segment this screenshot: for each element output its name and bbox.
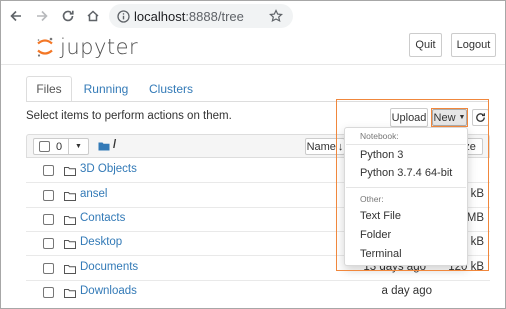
folder-icon [64, 165, 76, 179]
sort-name-label: Name [306, 140, 336, 153]
row-checkbox[interactable] [43, 238, 54, 249]
breadcrumb-root[interactable]: / [113, 139, 116, 151]
file-name-link[interactable]: Desktop [80, 236, 122, 248]
file-name-link[interactable]: 3D Objects [80, 163, 137, 175]
tab-running[interactable]: Running [78, 76, 134, 102]
url-text: localhost:8888/tree [134, 9, 244, 24]
jupyter-logo[interactable]: jupyter [36, 35, 138, 59]
folder-icon [64, 263, 76, 277]
home-icon[interactable] [82, 5, 104, 27]
folder-icon [64, 214, 76, 228]
row-checkbox[interactable] [43, 214, 54, 225]
row-checkbox[interactable] [43, 190, 54, 201]
file-name-link[interactable]: ansel [80, 188, 108, 200]
logout-button[interactable]: Logout [451, 33, 496, 57]
logo-text: jupyter [60, 35, 139, 59]
file-modified: a day ago [381, 285, 432, 297]
file-name-link[interactable]: Documents [80, 261, 138, 273]
list-item[interactable]: Downloads a day ago [26, 280, 490, 305]
jupyter-logo-icon [37, 37, 53, 57]
row-checkbox[interactable] [43, 165, 54, 176]
select-all-checkbox[interactable] [39, 141, 50, 152]
selected-count: 0 [56, 140, 63, 153]
bookmark-star-icon[interactable] [265, 5, 287, 27]
info-icon[interactable] [117, 9, 130, 23]
url-host: localhost [134, 8, 186, 24]
tab-clusters[interactable]: Clusters [143, 76, 199, 102]
forward-arrow-icon[interactable] [31, 5, 53, 27]
url-path: :8888/tree [185, 8, 244, 24]
folder-icon [64, 190, 76, 204]
reload-icon[interactable] [57, 5, 79, 27]
file-name-link[interactable]: Contacts [80, 212, 125, 224]
new-button-highlight [431, 108, 468, 127]
row-checkbox[interactable] [43, 263, 54, 274]
back-arrow-icon[interactable] [5, 5, 27, 27]
select-caret-icon[interactable]: ▼ [68, 139, 88, 154]
tab-files[interactable]: Files [26, 76, 72, 102]
header-divider [1, 64, 505, 65]
folder-icon [64, 238, 76, 252]
folder-icon [64, 287, 76, 301]
file-name-link[interactable]: Downloads [80, 285, 137, 297]
select-all-dropdown[interactable]: 0 ▼ [33, 138, 89, 155]
browser-toolbar: localhost:8888/tree [1, 1, 505, 31]
quit-button[interactable]: Quit [409, 33, 442, 57]
breadcrumb-folder-icon[interactable] [98, 141, 110, 151]
instructions-text: Select items to perform actions on them. [26, 110, 232, 122]
row-checkbox[interactable] [43, 287, 54, 298]
